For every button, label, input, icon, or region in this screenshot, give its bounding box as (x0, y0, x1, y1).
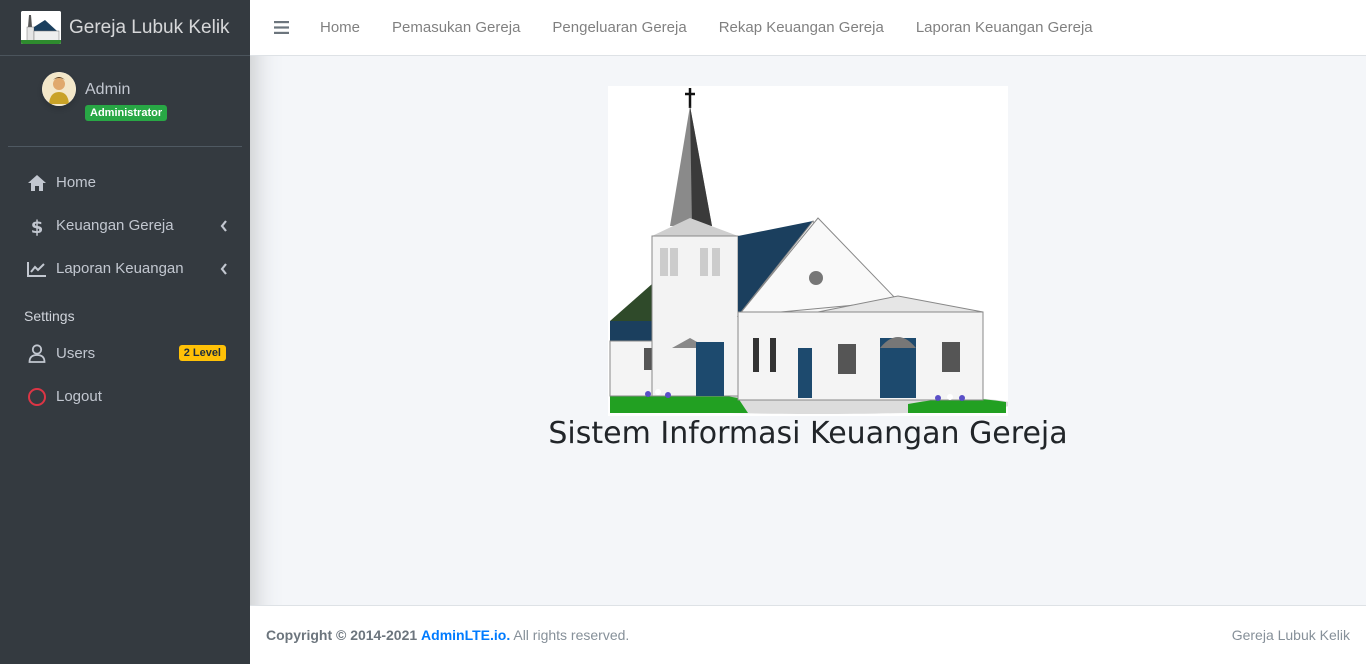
settings-nav: Users 2 Level Logout (0, 332, 250, 418)
level-badge: 2 Level (178, 345, 226, 361)
brand-text: Gereja Lubuk Kelik (69, 16, 230, 38)
topnav-link-rekap[interactable]: Rekap Keuangan Gereja (719, 19, 884, 36)
sidebar-item-keuangan-gereja[interactable]: $ Keuangan Gereja (0, 204, 250, 247)
footer-copyright: Copyright © 2014-2021 AdminLTE.io. All r… (266, 627, 629, 643)
main-sidebar: Gereja Lubuk Kelik Admin Administrator H… (0, 0, 250, 664)
sidebar-item-label: Keuangan Gereja (56, 217, 174, 234)
footer-right-text: Gereja Lubuk Kelik (1231, 627, 1350, 643)
church-illustration (608, 86, 1013, 416)
home-icon (26, 173, 48, 193)
user-name[interactable]: Admin (85, 81, 167, 99)
sidebar-item-home[interactable]: Home (0, 161, 250, 204)
church-logo-icon (21, 11, 61, 44)
footer: Copyright © 2014-2021 AdminLTE.io. All r… (250, 605, 1366, 664)
page-title: Sistem Informasi Keuangan Gereja (548, 416, 1068, 451)
sidebar-item-logout[interactable]: Logout (0, 375, 250, 418)
role-badge: Administrator (85, 105, 168, 122)
brand-link[interactable]: Gereja Lubuk Kelik (0, 0, 250, 56)
menu-toggle-icon[interactable] (250, 21, 312, 34)
avatar[interactable] (42, 72, 76, 106)
sidebar-item-label: Laporan Keuangan (56, 260, 184, 277)
chevron-left-icon (220, 262, 228, 280)
sidebar-nav: Home $ Keuangan Gereja Laporan Keuangan (0, 147, 250, 290)
dollar-icon: $ (26, 216, 48, 236)
sidebar-item-users[interactable]: Users 2 Level (0, 332, 250, 375)
chart-line-icon (26, 259, 48, 279)
sidebar-item-label: Home (56, 174, 97, 191)
sidebar-item-label: Logout (56, 388, 102, 405)
user-icon (26, 344, 48, 364)
circle-icon (26, 387, 48, 407)
adminlte-link[interactable]: AdminLTE.io. (421, 627, 510, 643)
copyright-text: Copyright © 2014-2021 (266, 627, 418, 643)
topnav-link-pengeluaran[interactable]: Pengeluaran Gereja (552, 19, 686, 36)
top-navbar: Home Pemasukan Gereja Pengeluaran Gereja… (250, 0, 1366, 56)
topnav-link-home[interactable]: Home (320, 19, 360, 36)
chevron-left-icon (220, 219, 228, 237)
content-wrapper: Sistem Informasi Keuangan Gereja (250, 56, 1366, 605)
topnav-link-laporan[interactable]: Laporan Keuangan Gereja (916, 19, 1093, 36)
sidebar-item-laporan-keuangan[interactable]: Laporan Keuangan (0, 247, 250, 290)
user-panel: Admin Administrator (8, 56, 242, 147)
settings-header: Settings (24, 308, 75, 324)
topnav-link-pemasukan[interactable]: Pemasukan Gereja (392, 19, 520, 36)
svg-text:$: $ (31, 217, 44, 236)
rights-text: All rights reserved. (513, 627, 630, 643)
